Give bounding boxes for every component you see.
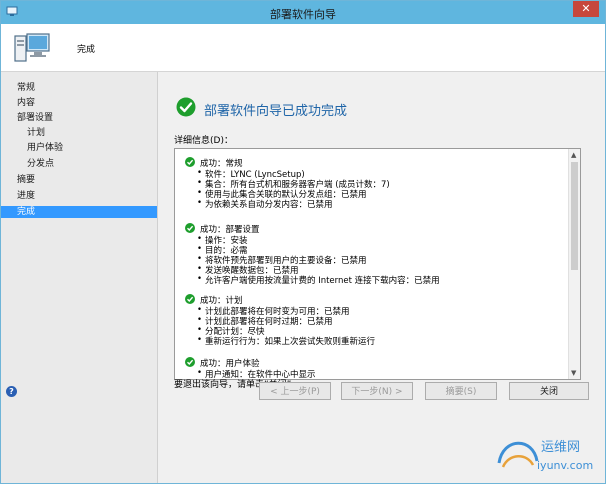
nav-item-label: 部署设置 [17, 113, 54, 123]
nav-item-label: 分发点 [27, 159, 55, 169]
wizard-header: 完成 [1, 24, 605, 72]
scroll-up-icon[interactable]: ▲ [571, 151, 576, 159]
summary-button[interactable]: 摘要(S) [425, 382, 497, 400]
title-bar[interactable]: 部署软件向导 ✕ [1, 1, 605, 24]
watermark-text: 运维网 [541, 440, 580, 455]
prev-button[interactable]: < 上一步(P) [259, 382, 331, 400]
section-item: 重新运行行为：如果上次尝试失败则重新运行 [197, 335, 375, 347]
close-button[interactable]: 关闭 [509, 382, 589, 400]
nav-item-label: 常规 [17, 83, 36, 93]
nav-item-label: 摘要 [17, 175, 36, 185]
watermark-text: iyunv.com [537, 459, 593, 472]
success-check-icon [185, 357, 195, 367]
nav-item-progress[interactable]: 进度 [1, 190, 157, 202]
next-button[interactable]: 下一步(N) > [341, 382, 413, 400]
nav-item-label: 计划 [27, 128, 46, 138]
page-title: 完成 [77, 45, 96, 55]
computer-icon [14, 33, 50, 62]
nav-item-label: 进度 [17, 191, 36, 201]
nav-item-schedule[interactable]: 计划 [1, 127, 157, 139]
close-window-button[interactable]: ✕ [573, 1, 599, 17]
nav-item-completion[interactable]: 完成 [1, 206, 157, 218]
nav-item-summary[interactable]: 摘要 [1, 174, 157, 186]
main-content: 部署软件向导已成功完成 详细信息(D)： 成功：常规 软件：LYNC (Lync… [158, 72, 605, 483]
success-check-icon [176, 97, 196, 117]
nav-item-general[interactable]: 常规 [1, 82, 157, 94]
details-textbox[interactable]: 成功：常规 软件：LYNC (LyncSetup) 集合：所有台式机和服务器客户… [174, 148, 581, 380]
success-check-icon [185, 157, 195, 167]
nav-item-label: 完成 [17, 207, 36, 217]
window-title: 部署软件向导 [270, 8, 336, 21]
help-icon[interactable]: ? [6, 386, 17, 397]
scroll-down-icon[interactable]: ▼ [571, 369, 576, 377]
nav-item-label: 用户体验 [27, 143, 64, 153]
success-check-icon [185, 223, 195, 233]
scroll-thumb[interactable] [571, 162, 578, 270]
wizard-nav: 常规 内容 部署设置 计划 用户体验 分发点 摘要 进度 完成 [1, 72, 158, 483]
success-heading: 部署软件向导已成功完成 [204, 104, 348, 119]
nav-item-label: 内容 [17, 98, 36, 108]
watermark-logo: 运维网 iyunv.com [497, 440, 593, 472]
nav-item-content[interactable]: 内容 [1, 97, 157, 109]
details-label: 详细信息(D)： [174, 136, 233, 146]
section-item: 允许客户端使用按流量计费的 Internet 连接下载内容：已禁用 [197, 274, 440, 286]
nav-item-deployment-settings[interactable]: 部署设置 [1, 112, 157, 124]
nav-item-distribution-points[interactable]: 分发点 [1, 158, 157, 170]
success-check-icon [185, 294, 195, 304]
section-item: 为依赖关系自动分发内容：已禁用 [197, 198, 332, 210]
wizard-window: 部署软件向导 ✕ 完成 常规 内容 部署设置 计划 用户体验 分发点 摘要 进度… [0, 0, 606, 484]
details-scrollbar[interactable]: ▲ ▼ [568, 149, 580, 379]
nav-item-user-experience[interactable]: 用户体验 [1, 142, 157, 154]
